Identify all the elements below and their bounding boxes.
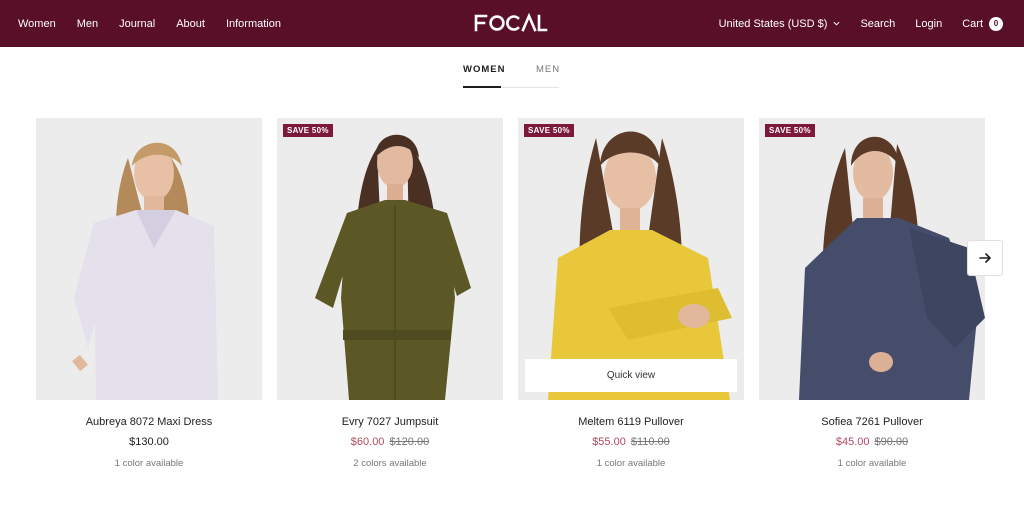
product-photo-dress <box>36 118 262 400</box>
product-price: $60.00 $120.00 <box>277 436 503 448</box>
store-logo[interactable] <box>474 12 548 33</box>
product-price: $130.00 <box>36 436 262 448</box>
compare-price: $110.00 <box>630 436 670 448</box>
collection-tabs: WOMEN MEN <box>463 62 559 88</box>
price: $130.00 <box>129 436 169 448</box>
nav-men[interactable]: Men <box>77 18 98 30</box>
product-card[interactable]: Aubreya 8072 Maxi Dress $130.00 1 color … <box>36 118 262 469</box>
sale-badge: SAVE 50% <box>524 124 574 137</box>
chevron-down-icon <box>833 21 840 26</box>
nav-women[interactable]: Women <box>18 18 56 30</box>
sale-price: $45.00 <box>835 436 870 448</box>
cart-count-badge: 0 <box>989 16 1003 31</box>
product-title[interactable]: Aubreya 8072 Maxi Dress <box>36 416 262 428</box>
product-image[interactable]: SAVE 50% Quick view <box>518 118 744 400</box>
sale-badge: SAVE 50% <box>283 124 333 137</box>
tab-men[interactable]: MEN <box>536 64 560 75</box>
country-label: United States (USD $) <box>718 17 828 30</box>
carousel-next-button[interactable] <box>967 240 1003 276</box>
compare-price: $90.00 <box>874 436 909 448</box>
product-price: $45.00 $90.00 <box>759 436 985 448</box>
sale-price: $55.00 <box>592 436 626 448</box>
cart-link[interactable]: Cart 0 <box>962 16 1003 31</box>
nav-journal[interactable]: Journal <box>119 18 155 30</box>
cart-label: Cart <box>962 17 983 30</box>
color-count: 1 color available <box>114 458 184 469</box>
login-link[interactable]: Login <box>915 18 942 30</box>
site-header: Women Men Journal About Information Unit… <box>0 0 1024 47</box>
tab-women[interactable]: WOMEN <box>463 64 505 75</box>
product-photo-pullover <box>518 118 744 400</box>
country-selector[interactable]: United States (USD $) <box>719 18 841 30</box>
sale-badge: SAVE 50% <box>765 124 815 137</box>
product-card[interactable]: SAVE 50% Evry 7027 Jumpsuit $60.00 $120.0… <box>277 118 503 469</box>
product-price: $55.00 $110.00 <box>518 436 744 448</box>
arrow-right-icon <box>979 253 991 263</box>
product-photo-pullover <box>759 118 985 400</box>
product-title[interactable]: Sofiea 7261 Pullover <box>759 416 985 428</box>
main-nav: Women Men Journal About Information <box>18 0 281 47</box>
product-image[interactable]: SAVE 50% <box>759 118 985 400</box>
product-photo-jumpsuit <box>277 118 503 400</box>
nav-about[interactable]: About <box>176 18 205 30</box>
compare-price: $120.00 <box>389 436 430 448</box>
product-image[interactable] <box>36 118 262 400</box>
product-card[interactable]: SAVE 50% Sofiea 7261 Pullover $45.00 $90.… <box>759 118 985 469</box>
focal-logo-icon <box>474 12 548 32</box>
color-count: 1 color available <box>837 458 907 469</box>
sale-price: $60.00 <box>350 436 385 448</box>
active-tab-indicator <box>463 86 501 88</box>
product-image[interactable]: SAVE 50% <box>277 118 503 400</box>
color-count: 1 color available <box>596 458 666 469</box>
product-title[interactable]: Meltem 6119 Pullover <box>518 416 744 428</box>
product-title[interactable]: Evry 7027 Jumpsuit <box>277 416 503 428</box>
nav-information[interactable]: Information <box>226 18 281 30</box>
product-card[interactable]: SAVE 50% Quick view Meltem 6119 Pullover… <box>518 118 744 469</box>
utility-nav: United States (USD $) Search Login Cart … <box>719 0 1003 47</box>
color-count: 2 colors available <box>353 458 427 469</box>
search-link[interactable]: Search <box>860 18 895 30</box>
quick-view-button[interactable]: Quick view <box>525 359 737 392</box>
